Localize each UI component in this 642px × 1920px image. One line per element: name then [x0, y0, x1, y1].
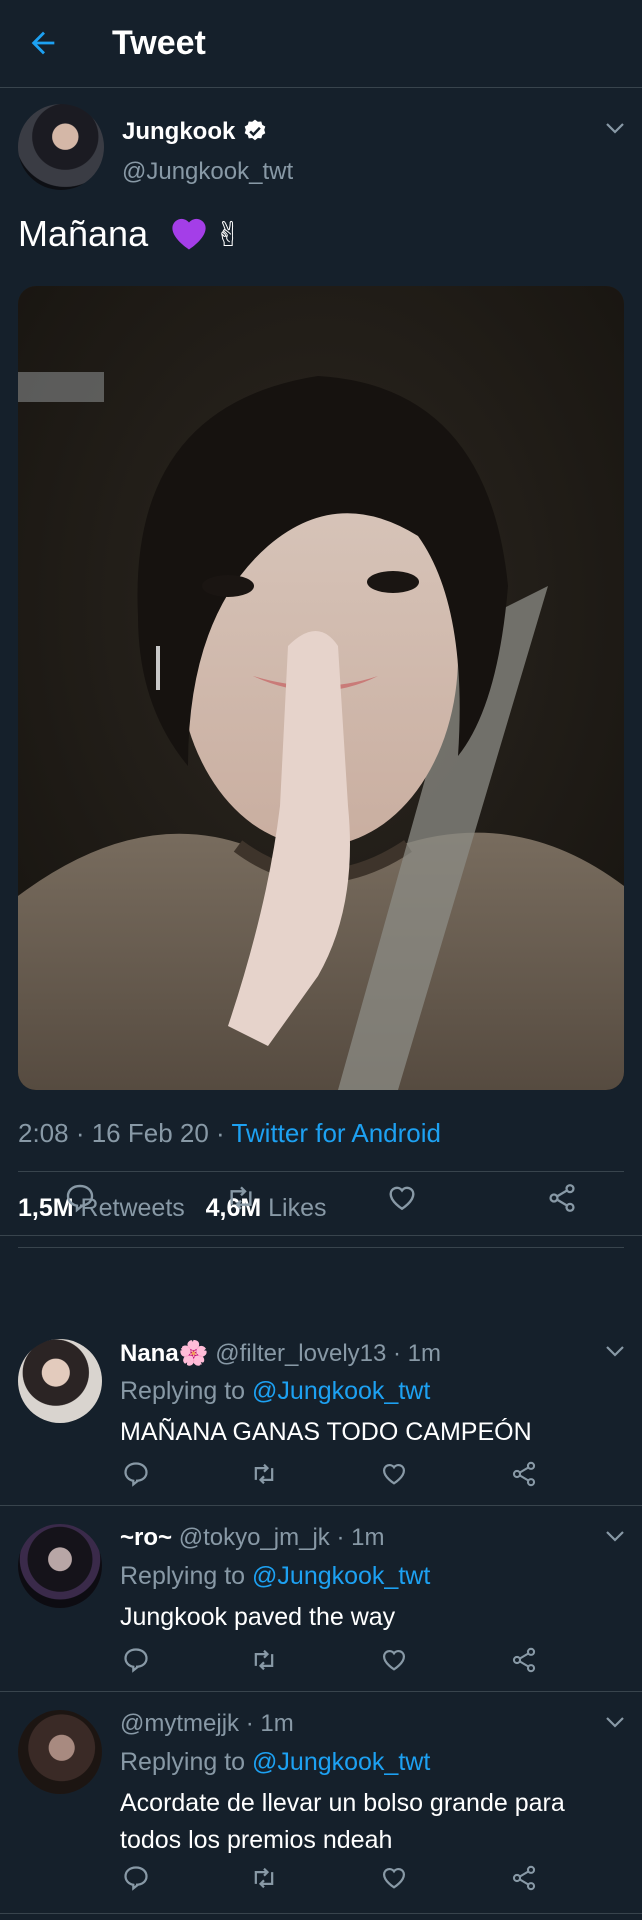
- divider: [18, 1247, 624, 1248]
- author-handle[interactable]: @Jungkook_twt: [122, 158, 293, 186]
- heart-icon[interactable]: [386, 1182, 418, 1214]
- author-name[interactable]: Jungkook: [122, 118, 235, 146]
- reply-text: Acordate de llevar un bolso grande para …: [120, 1789, 565, 1854]
- share-icon[interactable]: [546, 1182, 578, 1214]
- replying-to-label: Replying to: [120, 1562, 253, 1590]
- avatar[interactable]: [18, 104, 104, 190]
- replying-to: Replying to @Jungkook_twt: [120, 1562, 430, 1591]
- heart-icon[interactable]: [380, 1864, 408, 1892]
- replying-to: Replying to @Jungkook_twt: [120, 1748, 430, 1777]
- victory-hand-icon: ✌: [214, 216, 243, 254]
- heart-icon[interactable]: [380, 1460, 408, 1488]
- page-title: Tweet: [112, 24, 206, 62]
- blossom-icon: 🌸: [178, 1340, 209, 1367]
- reply-author-name[interactable]: Nana: [120, 1340, 179, 1367]
- reply-icon[interactable]: [122, 1646, 150, 1674]
- replying-to: Replying to @Jungkook_twt: [120, 1377, 430, 1406]
- replying-to-label: Replying to: [120, 1377, 253, 1405]
- avatar[interactable]: [18, 1710, 102, 1794]
- reply-icon[interactable]: [122, 1460, 150, 1488]
- arrow-left-icon[interactable]: [26, 26, 60, 60]
- tweet-time: 2:08 · 16 Feb 20 ·: [18, 1118, 232, 1148]
- chevron-down-icon[interactable]: [603, 116, 627, 140]
- reply-text: Jungkook paved the way: [120, 1603, 396, 1631]
- top-bar: Tweet: [0, 0, 642, 88]
- retweet-icon[interactable]: [250, 1646, 278, 1674]
- reply-tweet[interactable]: Nana🌸 @filter_lovely13 · 1m Replying to …: [0, 1321, 642, 1506]
- share-icon[interactable]: [510, 1646, 538, 1674]
- reply-icon[interactable]: [64, 1182, 96, 1214]
- retweet-icon[interactable]: [250, 1864, 278, 1892]
- reply-tweet[interactable]: ~ro~ @tokyo_jm_jk · 1m Replying to @Jung…: [0, 1506, 642, 1692]
- reply-header: ~ro~ @tokyo_jm_jk · 1m: [120, 1524, 384, 1552]
- reply-header: @mytmejjk · 1m: [120, 1710, 294, 1738]
- reply-header: Nana🌸 @filter_lovely13 · 1m: [120, 1339, 441, 1368]
- share-icon[interactable]: [510, 1460, 538, 1488]
- avatar[interactable]: [18, 1524, 102, 1608]
- tweet-action-bar: [0, 1160, 642, 1236]
- chevron-down-icon[interactable]: [603, 1339, 627, 1363]
- reply-text: MAÑANA GANAS TODO CAMPEÓN: [120, 1418, 532, 1446]
- tweet-text: Mañana ✌: [18, 212, 243, 255]
- reply-handle-time[interactable]: @filter_lovely13 · 1m: [215, 1340, 441, 1367]
- retweet-icon[interactable]: [225, 1182, 257, 1214]
- heart-icon[interactable]: [380, 1646, 408, 1674]
- tweet-photo[interactable]: [18, 286, 624, 1090]
- chevron-down-icon[interactable]: [603, 1710, 627, 1734]
- replying-to-mention[interactable]: @Jungkook_twt: [252, 1377, 430, 1405]
- photo-illustration: [18, 286, 624, 1090]
- tweet-timestamp: 2:08 · 16 Feb 20 · Twitter for Android: [18, 1118, 441, 1149]
- tweet-text-content: Mañana: [18, 213, 149, 254]
- replying-to-mention[interactable]: @Jungkook_twt: [252, 1562, 430, 1590]
- tweet-source-link[interactable]: Twitter for Android: [231, 1118, 441, 1148]
- share-icon[interactable]: [510, 1864, 538, 1892]
- reply-icon[interactable]: [122, 1864, 150, 1892]
- reply-handle-time[interactable]: @tokyo_jm_jk · 1m: [179, 1524, 385, 1551]
- replying-to-mention[interactable]: @Jungkook_twt: [252, 1748, 430, 1776]
- verified-badge-icon: [244, 119, 266, 141]
- reply-tweet[interactable]: @mytmejjk · 1m Replying to @Jungkook_twt…: [0, 1692, 642, 1914]
- reply-author-name[interactable]: ~ro~: [120, 1524, 172, 1551]
- reply-handle-time[interactable]: @mytmejjk · 1m: [120, 1710, 294, 1737]
- retweet-icon[interactable]: [250, 1460, 278, 1488]
- purple-heart-icon: [172, 218, 206, 250]
- avatar[interactable]: [18, 1339, 102, 1423]
- chevron-down-icon[interactable]: [603, 1524, 627, 1548]
- replying-to-label: Replying to: [120, 1748, 253, 1776]
